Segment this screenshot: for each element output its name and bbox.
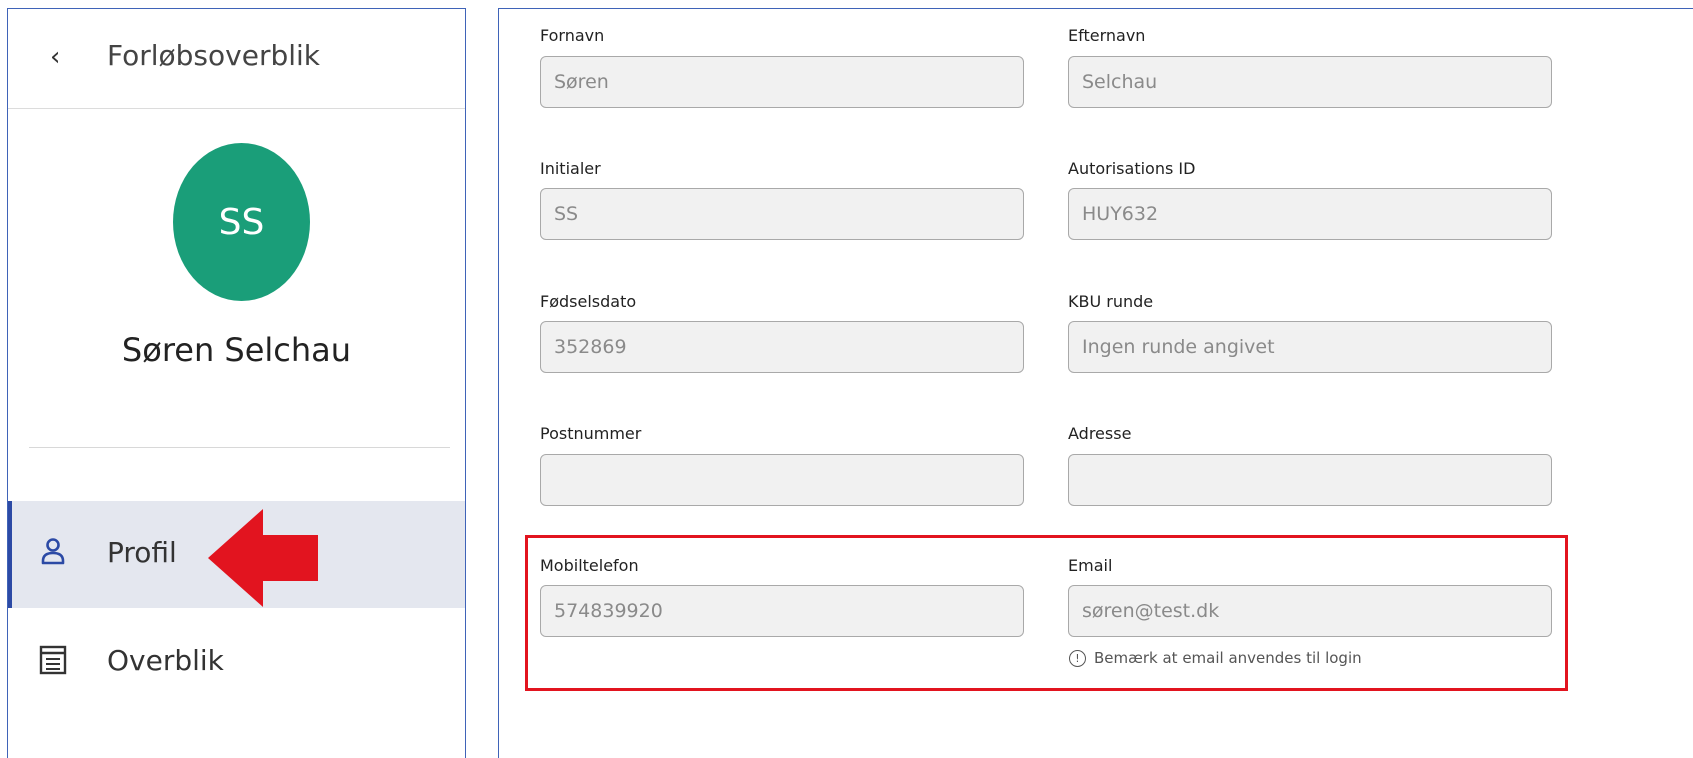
kbu-runde-field[interactable] xyxy=(1068,321,1552,373)
adresse-field[interactable] xyxy=(1068,454,1552,506)
mobiltelefon-field[interactable] xyxy=(540,585,1024,637)
user-name: Søren Selchau xyxy=(121,331,352,369)
autorisations-id-label: Autorisations ID xyxy=(1068,159,1196,178)
person-icon xyxy=(41,538,65,565)
back-label[interactable]: Forløbsoverblik xyxy=(107,37,320,75)
email-field[interactable] xyxy=(1068,585,1552,637)
initialer-label: Initialer xyxy=(540,159,601,178)
foedselsdato-label: Fødselsdato xyxy=(540,292,637,311)
avatar: SS xyxy=(173,143,310,301)
email-label: Email xyxy=(1068,556,1113,575)
adresse-label: Adresse xyxy=(1068,424,1132,443)
fornavn-field[interactable] xyxy=(540,56,1024,108)
autorisations-id-field[interactable] xyxy=(1068,188,1552,240)
postnummer-field[interactable] xyxy=(540,454,1024,506)
postnummer-label: Postnummer xyxy=(540,424,642,443)
mobiltelefon-label: Mobiltelefon xyxy=(540,556,639,575)
email-note-text: Bemærk at email anvendes til login xyxy=(1094,649,1362,667)
red-arrow-annotation xyxy=(208,509,318,607)
efternavn-field[interactable] xyxy=(1068,56,1552,108)
avatar-initials: SS xyxy=(218,201,265,243)
info-icon: ! xyxy=(1069,649,1086,667)
initialer-field[interactable] xyxy=(540,188,1024,240)
sidebar-item-overblik[interactable]: Overblik xyxy=(8,609,465,716)
chevron-left-icon[interactable]: ‹ xyxy=(50,39,60,75)
sidebar-item-label: Profil xyxy=(107,536,177,569)
divider xyxy=(29,447,450,448)
foedselsdato-field[interactable] xyxy=(540,321,1024,373)
email-note: ! Bemærk at email anvendes til login xyxy=(1069,647,1362,669)
sidebar-item-label: Overblik xyxy=(107,644,224,677)
efternavn-label: Efternavn xyxy=(1068,26,1146,45)
fornavn-label: Fornavn xyxy=(540,26,605,45)
back-link[interactable]: ‹ Forløbsoverblik xyxy=(8,9,465,109)
list-icon xyxy=(39,645,67,675)
sidebar: ‹ Forløbsoverblik SS Søren Selchau Profi… xyxy=(7,8,466,758)
kbu-runde-label: KBU runde xyxy=(1068,292,1154,311)
